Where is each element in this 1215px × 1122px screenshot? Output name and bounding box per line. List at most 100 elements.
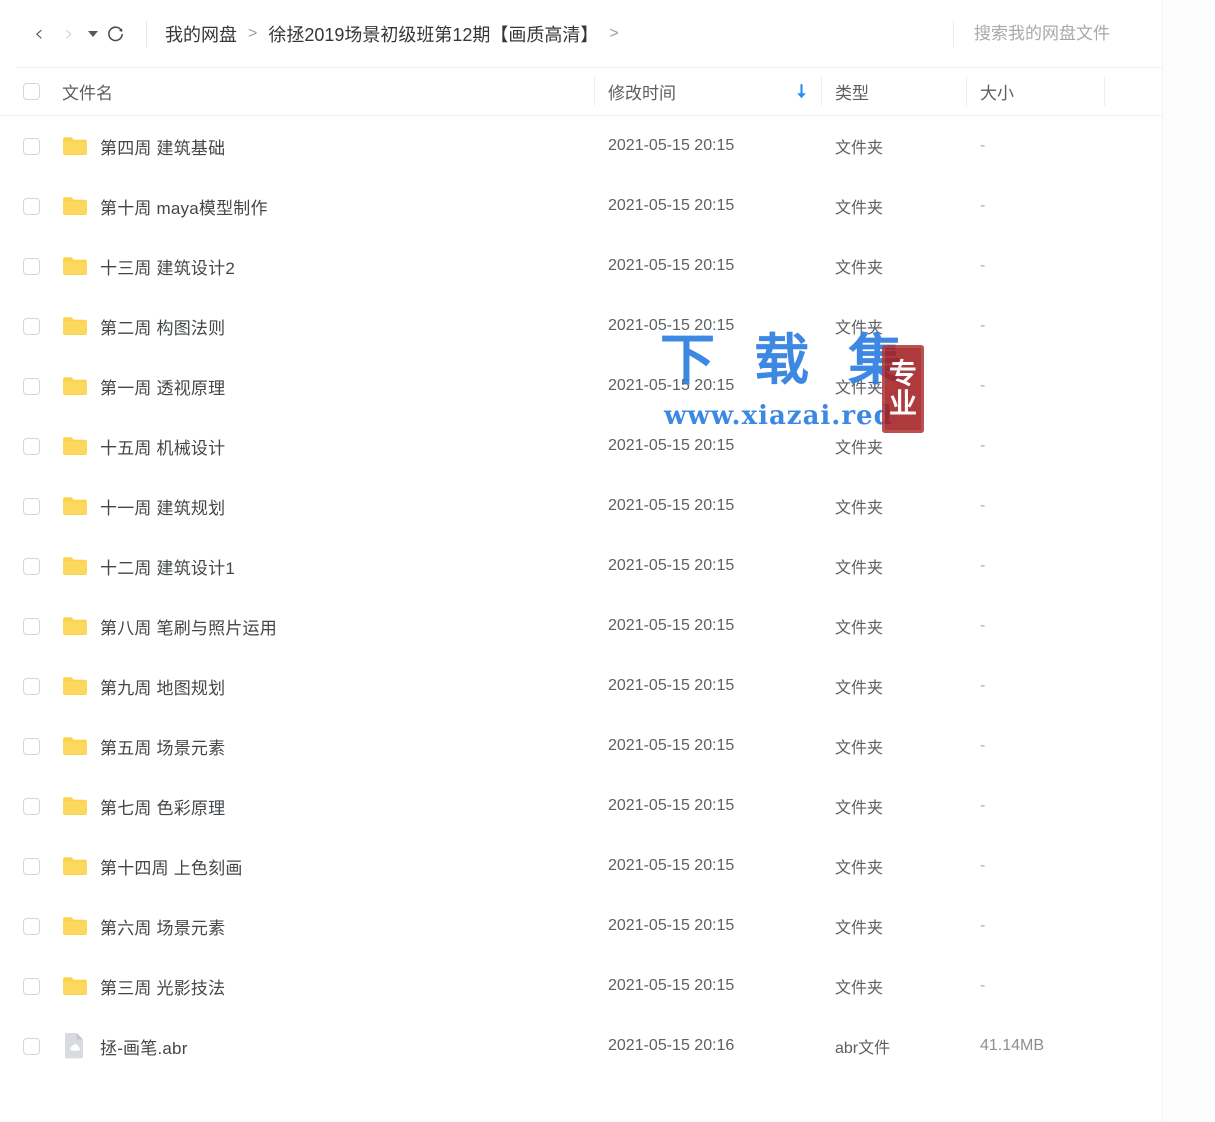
table-row[interactable]: 第三周 光影技法 2021-05-15 20:15 文件夹 - xyxy=(0,956,1162,1016)
table-row[interactable]: 十五周 机械设计 2021-05-15 20:15 文件夹 - xyxy=(0,416,1162,476)
select-all-checkbox[interactable] xyxy=(22,83,40,100)
table-row[interactable]: 十一周 建筑规划 2021-05-15 20:15 文件夹 - xyxy=(0,476,1162,536)
row-select-cell[interactable] xyxy=(0,857,62,875)
file-name-label[interactable]: 第八周 笔刷与照片运用 xyxy=(100,614,277,639)
row-select-cell[interactable] xyxy=(0,257,62,275)
breadcrumb-item-current[interactable]: 徐拯2019场景初级班第12期【画质高清】 xyxy=(268,21,598,47)
row-checkbox[interactable] xyxy=(22,797,40,815)
file-name-label[interactable]: 第十四周 上色刻画 xyxy=(100,854,243,879)
breadcrumb-item-root[interactable]: 我的网盘 xyxy=(165,21,237,47)
row-checkbox[interactable] xyxy=(22,197,40,215)
row-select-cell[interactable] xyxy=(0,437,62,455)
row-checkbox[interactable] xyxy=(22,737,40,755)
file-name-label[interactable]: 第九周 地图规划 xyxy=(100,674,225,699)
table-row[interactable]: 第九周 地图规划 2021-05-15 20:15 文件夹 - xyxy=(0,656,1162,716)
cell-size: - xyxy=(980,797,986,814)
file-name-label[interactable]: 十三周 建筑设计2 xyxy=(100,254,235,279)
file-name-label[interactable]: 第七周 色彩原理 xyxy=(100,794,225,819)
right-gutter xyxy=(1162,0,1215,1122)
row-select-cell[interactable] xyxy=(0,497,62,515)
file-name-label[interactable]: 拯-画笔.abr xyxy=(100,1034,188,1059)
cell-modified-time: 2021-05-15 20:15 xyxy=(608,617,735,634)
cell-modified-time: 2021-05-15 20:15 xyxy=(608,437,735,454)
table-row[interactable]: 第七周 色彩原理 2021-05-15 20:15 文件夹 - xyxy=(0,776,1162,836)
row-select-cell[interactable] xyxy=(0,377,62,395)
search-input[interactable] xyxy=(972,23,1148,45)
cell-name: 第八周 笔刷与照片运用 xyxy=(62,614,608,639)
cell-type: abr文件 xyxy=(835,1040,891,1057)
row-checkbox[interactable] xyxy=(22,257,40,275)
table-row[interactable]: 第十周 maya模型制作 2021-05-15 20:15 文件夹 - xyxy=(0,176,1162,236)
row-select-cell[interactable] xyxy=(0,137,62,155)
file-name-label[interactable]: 第二周 构图法则 xyxy=(100,314,225,339)
select-all-cell[interactable] xyxy=(0,83,62,100)
row-select-cell[interactable] xyxy=(0,197,62,215)
cell-size: - xyxy=(980,677,986,694)
row-checkbox[interactable] xyxy=(22,1037,40,1055)
row-select-cell[interactable] xyxy=(0,557,62,575)
back-button[interactable]: ‹ xyxy=(24,19,54,49)
row-select-cell[interactable] xyxy=(0,1037,62,1055)
table-row[interactable]: 第六周 场景元素 2021-05-15 20:15 文件夹 - xyxy=(0,896,1162,956)
row-select-cell[interactable] xyxy=(0,617,62,635)
file-name-label[interactable]: 十五周 机械设计 xyxy=(100,434,225,459)
row-checkbox[interactable] xyxy=(22,557,40,575)
caret-down-icon[interactable] xyxy=(88,31,98,37)
column-header-time-label: 修改时间 xyxy=(608,84,676,103)
table-row[interactable]: 第十四周 上色刻画 2021-05-15 20:15 文件夹 - xyxy=(0,836,1162,896)
row-checkbox[interactable] xyxy=(22,857,40,875)
row-select-cell[interactable] xyxy=(0,317,62,335)
cell-size: 41.14MB xyxy=(980,1037,1045,1054)
row-checkbox[interactable] xyxy=(22,977,40,995)
table-row[interactable]: 第八周 笔刷与照片运用 2021-05-15 20:15 文件夹 - xyxy=(0,596,1162,656)
row-select-cell[interactable] xyxy=(0,677,62,695)
file-name-label[interactable]: 第一周 透视原理 xyxy=(100,374,225,399)
row-checkbox[interactable] xyxy=(22,437,40,455)
cell-type: 文件夹 xyxy=(835,200,884,217)
top-navigation-bar: ‹ › 我的网盘 > 徐拯2019场景初级班第12期【画质高清】 > xyxy=(0,0,1162,68)
refresh-button[interactable] xyxy=(100,19,130,49)
cell-type: 文件夹 xyxy=(835,800,884,817)
row-checkbox[interactable] xyxy=(22,617,40,635)
column-header-name[interactable]: 文件名 xyxy=(62,79,608,104)
row-checkbox[interactable] xyxy=(22,137,40,155)
cell-size: - xyxy=(980,857,986,874)
row-checkbox[interactable] xyxy=(22,677,40,695)
file-name-label[interactable]: 第六周 场景元素 xyxy=(100,914,225,939)
row-select-cell[interactable] xyxy=(0,737,62,755)
file-name-label[interactable]: 第十周 maya模型制作 xyxy=(100,194,268,219)
row-checkbox[interactable] xyxy=(22,317,40,335)
cell-name: 十三周 建筑设计2 xyxy=(62,254,608,279)
table-row[interactable]: 拯-画笔.abr 2021-05-15 20:16 abr文件 41.14MB xyxy=(0,1016,1162,1076)
cell-modified-time: 2021-05-15 20:15 xyxy=(608,557,735,574)
row-checkbox[interactable] xyxy=(22,497,40,515)
table-row[interactable]: 第一周 透视原理 2021-05-15 20:15 文件夹 - xyxy=(0,356,1162,416)
table-row[interactable]: 十三周 建筑设计2 2021-05-15 20:15 文件夹 - xyxy=(0,236,1162,296)
row-checkbox[interactable] xyxy=(22,917,40,935)
table-row[interactable]: 第二周 构图法则 2021-05-15 20:15 文件夹 - xyxy=(0,296,1162,356)
table-row[interactable]: 十二周 建筑设计1 2021-05-15 20:15 文件夹 - xyxy=(0,536,1162,596)
cell-size: - xyxy=(980,137,986,154)
row-select-cell[interactable] xyxy=(0,797,62,815)
cell-name: 第十四周 上色刻画 xyxy=(62,854,608,879)
column-header-size[interactable]: 大小 xyxy=(980,79,1106,104)
file-name-label[interactable]: 第五周 场景元素 xyxy=(100,734,225,759)
breadcrumb-separator: > xyxy=(248,25,258,42)
file-name-label[interactable]: 十一周 建筑规划 xyxy=(100,494,225,519)
column-header-time[interactable]: 修改时间 xyxy=(608,79,835,104)
forward-button[interactable]: › xyxy=(54,19,84,49)
file-name-label[interactable]: 第四周 建筑基础 xyxy=(100,134,225,159)
file-name-label[interactable]: 十二周 建筑设计1 xyxy=(100,554,235,579)
cell-name: 十五周 机械设计 xyxy=(62,434,608,459)
row-checkbox[interactable] xyxy=(22,377,40,395)
table-row[interactable]: 第五周 场景元素 2021-05-15 20:15 文件夹 - xyxy=(0,716,1162,776)
arrow-down-icon[interactable] xyxy=(795,83,808,100)
column-header-type[interactable]: 类型 xyxy=(835,79,980,104)
row-select-cell[interactable] xyxy=(0,977,62,995)
row-select-cell[interactable] xyxy=(0,917,62,935)
cell-name: 第四周 建筑基础 xyxy=(62,134,608,159)
table-row[interactable]: 第四周 建筑基础 2021-05-15 20:15 文件夹 - xyxy=(0,116,1162,176)
file-name-label[interactable]: 第三周 光影技法 xyxy=(100,974,225,999)
cell-size: - xyxy=(980,257,986,274)
column-divider xyxy=(966,77,967,106)
